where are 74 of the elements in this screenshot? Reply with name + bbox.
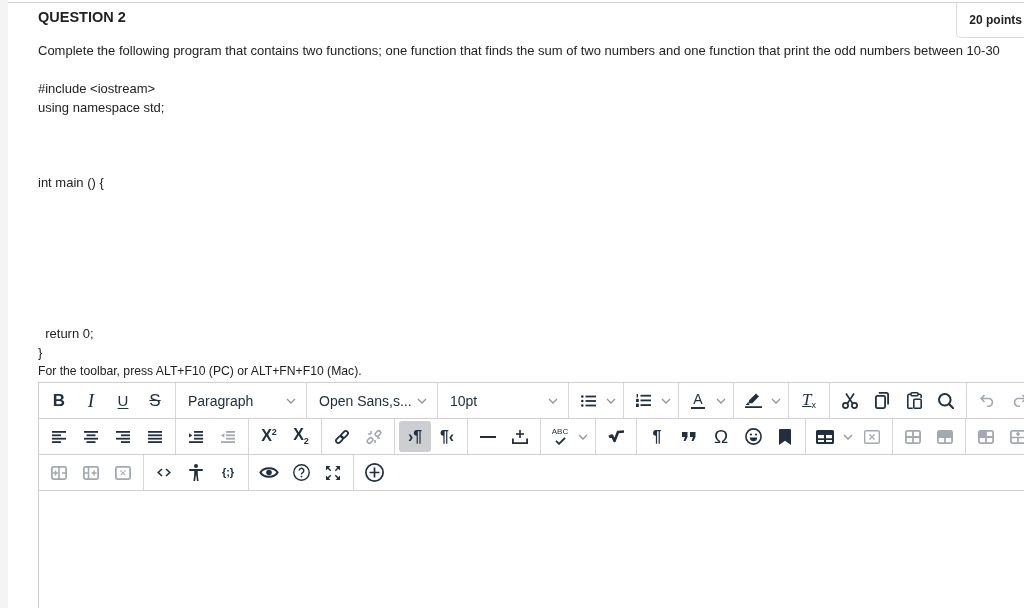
superscript-button[interactable]: X$^{2}$ (253, 421, 285, 452)
code-line: return 0; (44, 325, 95, 343)
code-sample-button[interactable]: {;} (212, 457, 244, 488)
search-icon (938, 392, 954, 409)
copy-icon (875, 392, 889, 409)
redo-icon (1011, 394, 1024, 407)
code-line: using namespace std; (38, 99, 166, 117)
chevron-down-icon (771, 397, 781, 404)
bookmark-icon (779, 428, 791, 445)
square-root-icon (607, 430, 625, 443)
table-plus-icon (83, 465, 99, 480)
help-icon (292, 464, 310, 481)
chevron-down-icon (606, 397, 616, 404)
clear-formatting-button[interactable]: T$_{x}$ (793, 385, 825, 416)
toolbar-hint: For the toolbar, press ALT+F10 (PC) or ALT+FN+F10 (Mac). (38, 363, 363, 380)
pilcrow-button[interactable]: ¶ (641, 421, 673, 452)
code-line: #include <iostream> (38, 80, 157, 98)
underline-button[interactable]: U (107, 385, 139, 416)
italic-button[interactable]: I (75, 385, 107, 416)
chevron-down-icon (548, 397, 558, 404)
eye-icon (259, 466, 279, 479)
table-grid-icon (905, 429, 921, 444)
x-box-icon (864, 429, 880, 444)
align-left-icon (52, 430, 66, 443)
horizontal-line-icon (480, 435, 496, 438)
chevron-down-icon (661, 397, 671, 404)
quote-icon (682, 432, 696, 441)
code-icon (157, 468, 171, 477)
chevron-down-icon (286, 397, 296, 404)
question-prompt: Complete the following program that contains two functions; one function that finds the sum of two numbers and one function that print the odd numbers between 10-30 (38, 42, 1001, 60)
table-plus-icon (51, 465, 67, 480)
justify-icon (148, 430, 162, 443)
bold-button[interactable]: B (43, 385, 75, 416)
plus-circle-icon (364, 463, 384, 482)
block-format-dropdown[interactable]: Paragraph (180, 385, 302, 416)
right-to-left-button[interactable]: ¶‹ (431, 421, 463, 452)
question-title: QUESTION 2 (38, 8, 126, 27)
chevron-down-icon (843, 433, 853, 440)
subscript-button[interactable]: X$_{2}$ (285, 421, 317, 452)
highlighter-icon (744, 393, 762, 408)
text-color-button[interactable]: A (683, 385, 729, 416)
table-plus-icon (1010, 429, 1024, 444)
table-shaded-cell-icon (978, 429, 994, 444)
table-icon (816, 429, 834, 444)
numbered-list-icon (635, 394, 651, 407)
chevron-down-icon (716, 397, 726, 404)
table-shaded-row-icon (937, 429, 953, 444)
font-family-dropdown[interactable]: Open Sans,s... (311, 385, 433, 416)
font-size-dropdown[interactable]: 10pt (442, 385, 564, 416)
indent-icon (189, 430, 203, 443)
code-line: } (38, 344, 44, 362)
bullet-list-icon (580, 394, 596, 407)
smiley-icon (744, 428, 762, 445)
broken-link-icon (366, 428, 382, 445)
left-to-right-button[interactable]: ›¶ (399, 421, 431, 452)
plus-tray-icon (512, 429, 528, 444)
scissors-icon (842, 392, 858, 409)
undo-icon (979, 394, 995, 407)
link-icon (334, 428, 350, 445)
x-box-icon (115, 465, 131, 480)
spellcheck-button[interactable]: ABC (545, 421, 591, 452)
special-character-button[interactable]: Ω (705, 421, 737, 452)
fullscreen-icon (326, 465, 340, 480)
checkmark-icon (554, 437, 566, 445)
align-right-icon (116, 430, 130, 443)
chevron-down-icon (417, 397, 427, 404)
outdent-icon (221, 430, 235, 443)
strikethrough-button[interactable]: S (139, 385, 171, 416)
align-center-icon (84, 430, 98, 443)
code-line: int main () { (38, 174, 105, 192)
person-icon (189, 464, 203, 481)
chevron-down-icon (578, 433, 588, 440)
points-label: 20 points (956, 3, 1024, 38)
clipboard-icon (906, 392, 922, 409)
